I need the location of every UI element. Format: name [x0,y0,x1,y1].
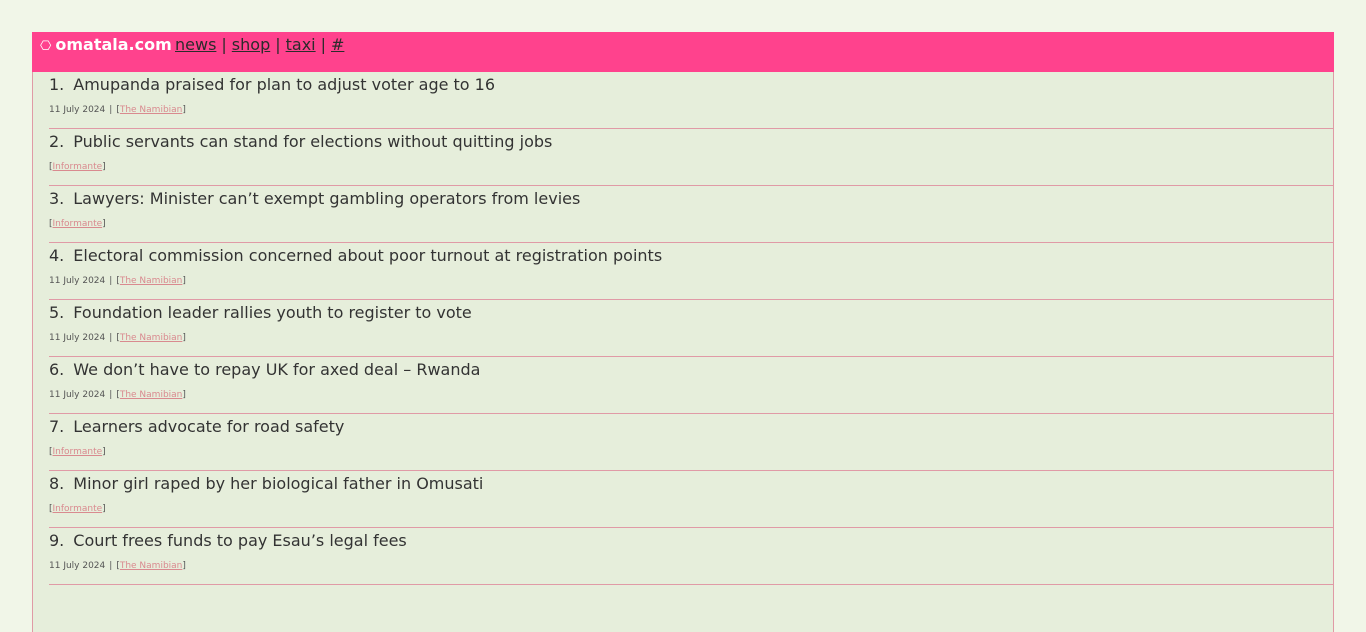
article-source-link[interactable]: Informante [53,447,103,457]
article-meta: 11 July 2024 | [The Namibian] [49,276,186,286]
nav-taxi-link[interactable]: taxi [286,35,316,54]
article-number: 9. [49,531,65,550]
article-title[interactable]: 8. Minor girl raped by her biological fat… [49,474,483,493]
article-title-text[interactable]: Public servants can stand for elections … [73,132,552,151]
article-title[interactable]: 6. We don’t have to repay UK for axed dea… [49,360,480,379]
nav-separator: | [221,35,227,54]
list-item: 7. Learners advocate for road safety [Info… [49,414,1333,471]
meta-separator: | [109,390,113,400]
article-title[interactable]: 4. Electoral commission concerned about p… [49,246,662,265]
article-number: 5. [49,303,65,322]
list-item: 9. Court frees funds to pay Esau’s legal … [49,528,1333,585]
nav-hash-link[interactable]: # [331,35,344,54]
article-date: 11 July 2024 [49,276,106,286]
article-date: 11 July 2024 [49,333,106,343]
article-meta: 11 July 2024 | [The Namibian] [49,561,186,571]
article-title-text[interactable]: Electoral commission concerned about poo… [73,246,662,265]
brand[interactable]: ⎔ omatala.com [40,35,172,54]
bracket-close: ] [182,333,186,343]
nav-menu: news | shop | taxi | # [175,35,344,54]
list-item: 2. Public servants can stand for election… [49,129,1333,186]
article-title-text[interactable]: Lawyers: Minister can’t exempt gambling … [73,189,580,208]
article-title-text[interactable]: Learners advocate for road safety [73,417,344,436]
article-source-link[interactable]: The Namibian [120,276,183,286]
article-source-link[interactable]: Informante [53,162,103,172]
list-item: 6. We don’t have to repay UK for axed dea… [49,357,1333,414]
meta-separator: | [109,561,113,571]
bracket-close: ] [102,219,106,229]
nav-news-link[interactable]: news [175,35,216,54]
article-source-link[interactable]: The Namibian [120,333,183,343]
article-meta: [Informante] [49,219,106,229]
page-container: ⎔ omatala.com news | shop | taxi | # 1. Amupanda… [32,32,1334,632]
article-number: 4. [49,246,65,265]
article-meta: 11 July 2024 | [The Namibian] [49,333,186,343]
article-title[interactable]: 3. Lawyers: Minister can’t exempt gamblin… [49,189,580,208]
nav-separator: | [275,35,281,54]
list-item: 1. Amupanda praised for plan to adjust vo… [49,72,1333,129]
list-item: 8. Minor girl raped by her biological fat… [49,471,1333,528]
article-list: 1. Amupanda praised for plan to adjust vo… [32,72,1334,632]
article-title-text[interactable]: Court frees funds to pay Esau’s legal fe… [73,531,407,550]
list-item: 3. Lawyers: Minister can’t exempt gamblin… [49,186,1333,243]
bracket-close: ] [102,447,106,457]
bracket-close: ] [182,276,186,286]
article-number: 8. [49,474,65,493]
article-date: 11 July 2024 [49,561,106,571]
article-source-link[interactable]: The Namibian [120,390,183,400]
article-source-link[interactable]: Informante [53,504,103,514]
bracket-close: ] [182,390,186,400]
article-date: 11 July 2024 [49,390,106,400]
article-title-text[interactable]: We don’t have to repay UK for axed deal … [73,360,480,379]
article-date: 11 July 2024 [49,105,106,115]
article-title[interactable]: 9. Court frees funds to pay Esau’s legal … [49,531,407,550]
article-number: 7. [49,417,65,436]
site-name[interactable]: omatala.com [55,35,171,54]
article-number: 6. [49,360,65,379]
article-source-link[interactable]: The Namibian [120,561,183,571]
article-title[interactable]: 7. Learners advocate for road safety [49,417,344,436]
article-title-text[interactable]: Foundation leader rallies youth to regis… [73,303,472,322]
article-meta: 11 July 2024 | [The Namibian] [49,105,186,115]
article-number: 1. [49,75,65,94]
article-number: 2. [49,132,65,151]
bracket-close: ] [102,504,106,514]
top-bar: ⎔ omatala.com news | shop | taxi | # [32,32,1334,72]
bracket-close: ] [102,162,106,172]
article-source-link[interactable]: The Namibian [120,105,183,115]
article-source-link[interactable]: Informante [53,219,103,229]
article-title[interactable]: 2. Public servants can stand for election… [49,132,552,151]
article-title[interactable]: 5. Foundation leader rallies youth to reg… [49,303,472,322]
bracket-close: ] [182,561,186,571]
article-number: 3. [49,189,65,208]
list-item: 4. Electoral commission concerned about p… [49,243,1333,300]
article-meta: [Informante] [49,504,106,514]
article-meta: [Informante] [49,447,106,457]
meta-separator: | [109,105,113,115]
article-title[interactable]: 1. Amupanda praised for plan to adjust vo… [49,75,495,94]
meta-separator: | [109,276,113,286]
article-meta: [Informante] [49,162,106,172]
meta-separator: | [109,333,113,343]
list-item: 5. Foundation leader rallies youth to reg… [49,300,1333,357]
article-meta: 11 July 2024 | [The Namibian] [49,390,186,400]
logo-icon: ⎔ [40,39,52,54]
article-title-text[interactable]: Minor girl raped by her biological fathe… [73,474,483,493]
nav-shop-link[interactable]: shop [232,35,270,54]
bracket-close: ] [182,105,186,115]
article-title-text[interactable]: Amupanda praised for plan to adjust vote… [73,75,495,94]
nav-separator: | [320,35,326,54]
